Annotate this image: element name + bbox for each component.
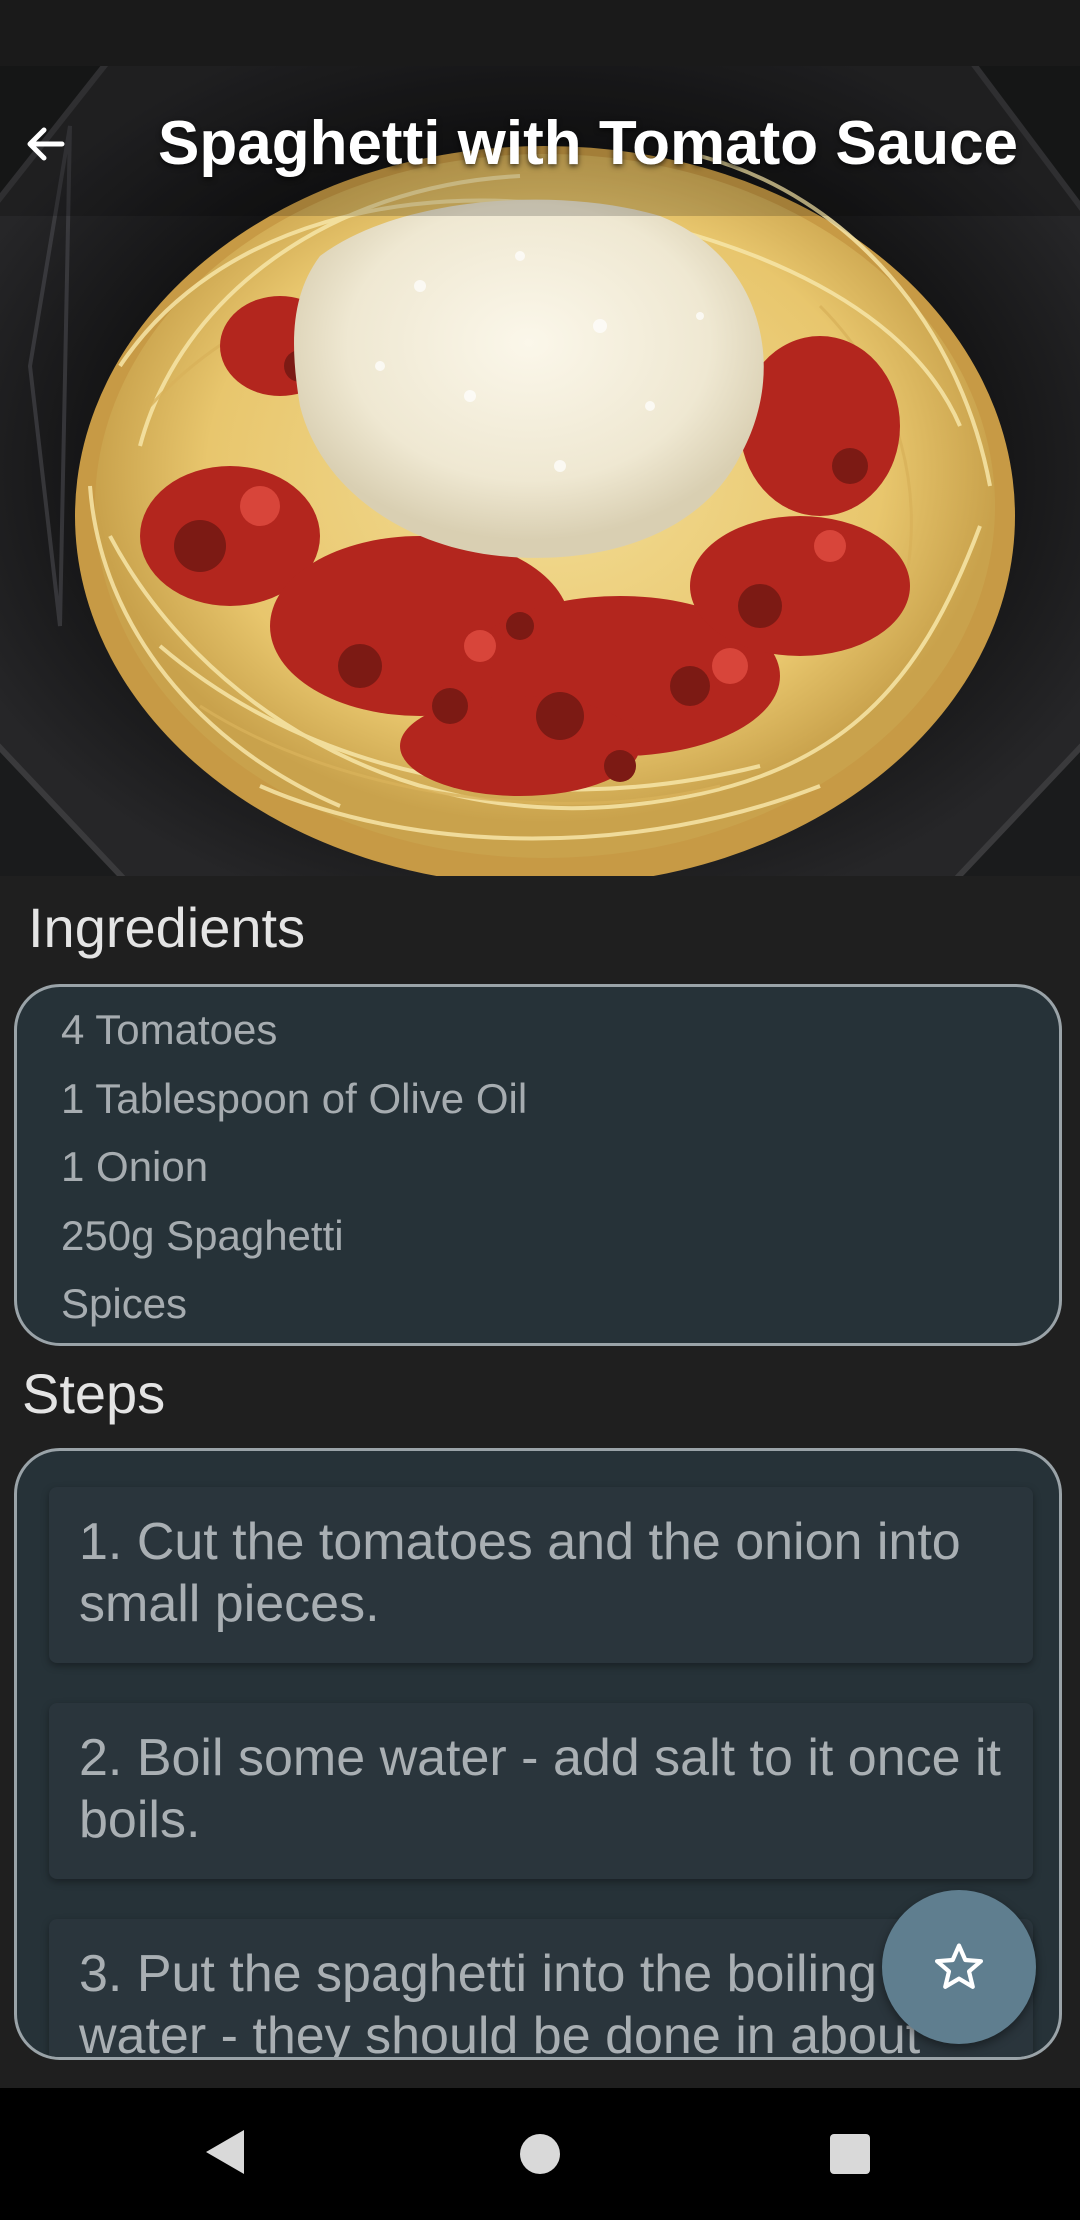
ingredient-item: 4 Tomatoes — [61, 1006, 278, 1053]
ingredient-item: Spices — [61, 1280, 188, 1327]
triangle-back-icon — [206, 2130, 244, 2174]
system-nav-bar — [0, 2088, 1080, 2220]
ingredient-item: 1 Onion — [61, 1143, 209, 1190]
circle-home-icon — [520, 2134, 560, 2174]
nav-home-button[interactable] — [518, 2132, 562, 2181]
step-card: 2. Boil some water - add salt to it once… — [49, 1703, 1033, 1879]
ingredients-card: 4 Tomatoes 1 Tablespoon of Olive Oil 1 O… — [14, 984, 1062, 1346]
page-title: Spaghetti with Tomato Sauce — [158, 109, 1019, 178]
star-outline-icon — [934, 1943, 984, 1989]
step-text: 2. Boil some water - add salt to it once… — [79, 1729, 1001, 1849]
ingredient-item: 1 Tablespoon of Olive Oil — [61, 1075, 528, 1122]
spaghetti-photo — [0, 66, 1080, 876]
square-recents-icon — [830, 2134, 870, 2174]
ingredients-heading: Ingredients — [28, 896, 306, 959]
steps-heading: Steps — [22, 1362, 166, 1425]
back-button[interactable] — [14, 112, 78, 176]
ingredient-item: 250g Spaghetti — [61, 1212, 344, 1259]
nav-back-button[interactable] — [200, 2126, 248, 2183]
step-text: 3. Put the spaghetti into the boiling wa… — [79, 1945, 921, 2060]
arrow-left-icon — [27, 127, 65, 161]
recipe-image — [0, 66, 1080, 876]
step-text: 1. Cut the tomatoes and the onion into s… — [79, 1513, 961, 1633]
nav-recents-button[interactable] — [828, 2132, 872, 2181]
status-bar — [0, 0, 1080, 66]
favorite-button[interactable] — [882, 1890, 1036, 2044]
step-card: 1. Cut the tomatoes and the onion into s… — [49, 1487, 1033, 1663]
